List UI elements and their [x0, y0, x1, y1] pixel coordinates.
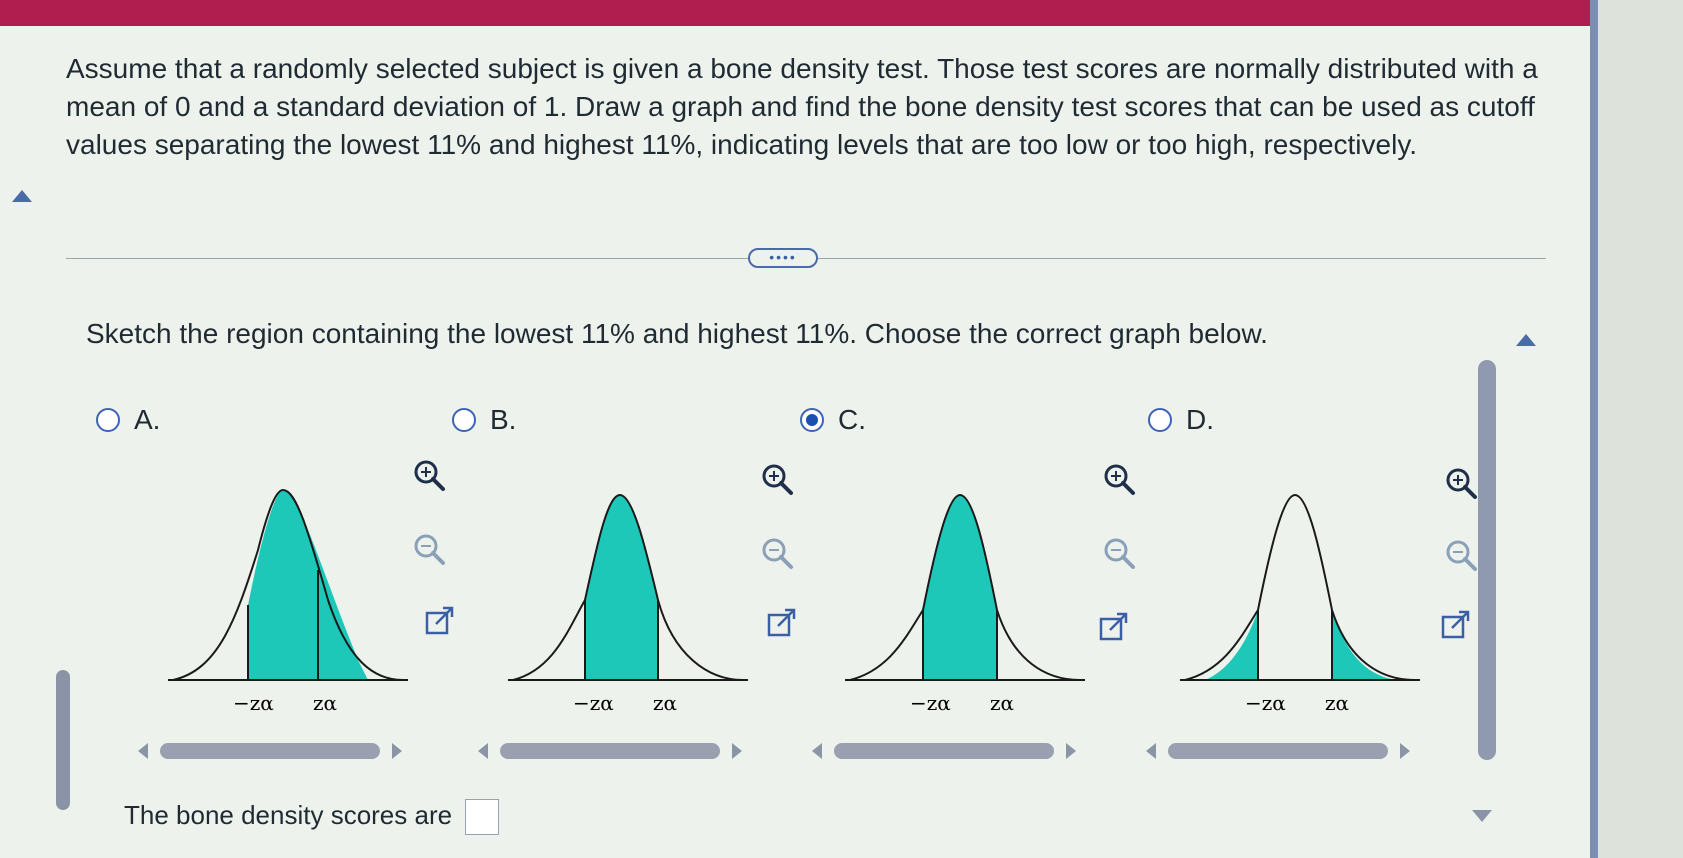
option-c-label: C.: [838, 404, 866, 435]
graph-c-pos-label: zα: [990, 691, 1014, 715]
collapse-arrow-icon[interactable]: [12, 190, 32, 202]
graph-c-scrollbar[interactable]: [812, 740, 1076, 762]
zoom-out-icon[interactable]: [1102, 536, 1136, 570]
zoom-out-icon[interactable]: [412, 532, 446, 566]
graph-d-scrollbar[interactable]: [1146, 740, 1410, 762]
graph-b-pos-label: zα: [653, 691, 677, 715]
graph-a: −zα zα: [168, 488, 408, 715]
left-vertical-scrollbar[interactable]: [56, 670, 70, 810]
option-d-radio[interactable]: [1148, 408, 1172, 432]
graph-b: −zα zα: [508, 493, 748, 715]
graph-d-curve: [1184, 493, 1416, 681]
popout-icon[interactable]: [766, 606, 800, 640]
zoom-out-icon[interactable]: [760, 536, 794, 570]
graph-c-neg-label: −zα: [910, 691, 951, 715]
scroll-left-icon[interactable]: [812, 743, 822, 759]
option-d[interactable]: D.: [1148, 404, 1214, 436]
scroll-right-icon[interactable]: [1066, 743, 1076, 759]
page-edge: [1590, 0, 1683, 858]
zoom-out-icon[interactable]: [1444, 538, 1478, 572]
scroll-thumb[interactable]: [160, 743, 380, 759]
graph-a-scrollbar[interactable]: [138, 740, 402, 762]
option-c-radio[interactable]: [800, 408, 824, 432]
scroll-right-icon[interactable]: [1400, 743, 1410, 759]
graph-c-shade: [923, 495, 997, 680]
zoom-in-icon[interactable]: [412, 458, 446, 492]
right-vertical-scrollbar[interactable]: [1478, 360, 1496, 760]
graph-d-pos-label: zα: [1325, 691, 1349, 715]
popout-icon[interactable]: [1440, 608, 1474, 642]
graph-b-neg-label: −zα: [573, 691, 614, 715]
question-text: Assume that a randomly selected subject …: [66, 53, 1538, 160]
graph-a-neg-label: −zα: [233, 691, 274, 715]
option-a[interactable]: A.: [96, 404, 160, 436]
option-a-label: A.: [134, 404, 161, 435]
top-accent-bar: [0, 0, 1590, 26]
zoom-in-icon[interactable]: [1102, 462, 1136, 496]
answer-label: The bone density scores are: [124, 800, 453, 830]
scroll-thumb[interactable]: [1168, 743, 1388, 759]
option-b-label: B.: [490, 404, 517, 435]
graph-d-neg-label: −zα: [1245, 691, 1286, 715]
graph-a-pos-label: zα: [313, 691, 337, 715]
answer-input[interactable]: [465, 799, 499, 835]
graph-d-left-tail: [1205, 610, 1258, 680]
scroll-down-icon[interactable]: [1472, 810, 1492, 822]
scroll-right-icon[interactable]: [732, 743, 742, 759]
graph-d: −zα zα: [1180, 493, 1420, 715]
scroll-thumb[interactable]: [500, 743, 720, 759]
option-a-radio[interactable]: [96, 408, 120, 432]
popout-icon[interactable]: [424, 604, 458, 638]
prompt-text: Sketch the region containing the lowest …: [86, 318, 1268, 349]
scroll-thumb[interactable]: [834, 743, 1054, 759]
option-c[interactable]: C.: [800, 404, 866, 436]
zoom-in-icon[interactable]: [1444, 466, 1478, 500]
scroll-right-icon[interactable]: [392, 743, 402, 759]
option-b[interactable]: B.: [452, 404, 516, 436]
graph-b-scrollbar[interactable]: [478, 740, 742, 762]
graph-b-shade: [585, 495, 658, 680]
show-more-button[interactable]: ••••: [748, 248, 818, 268]
graph-c: −zα zα: [845, 493, 1085, 715]
scroll-left-icon[interactable]: [138, 743, 148, 759]
popout-icon[interactable]: [1098, 610, 1132, 644]
scroll-up-icon[interactable]: [1516, 334, 1536, 346]
scroll-left-icon[interactable]: [478, 743, 488, 759]
graph-d-right-tail: [1332, 610, 1395, 680]
zoom-in-icon[interactable]: [760, 462, 794, 496]
option-d-label: D.: [1186, 404, 1214, 435]
option-b-radio[interactable]: [452, 408, 476, 432]
scroll-left-icon[interactable]: [1146, 743, 1156, 759]
